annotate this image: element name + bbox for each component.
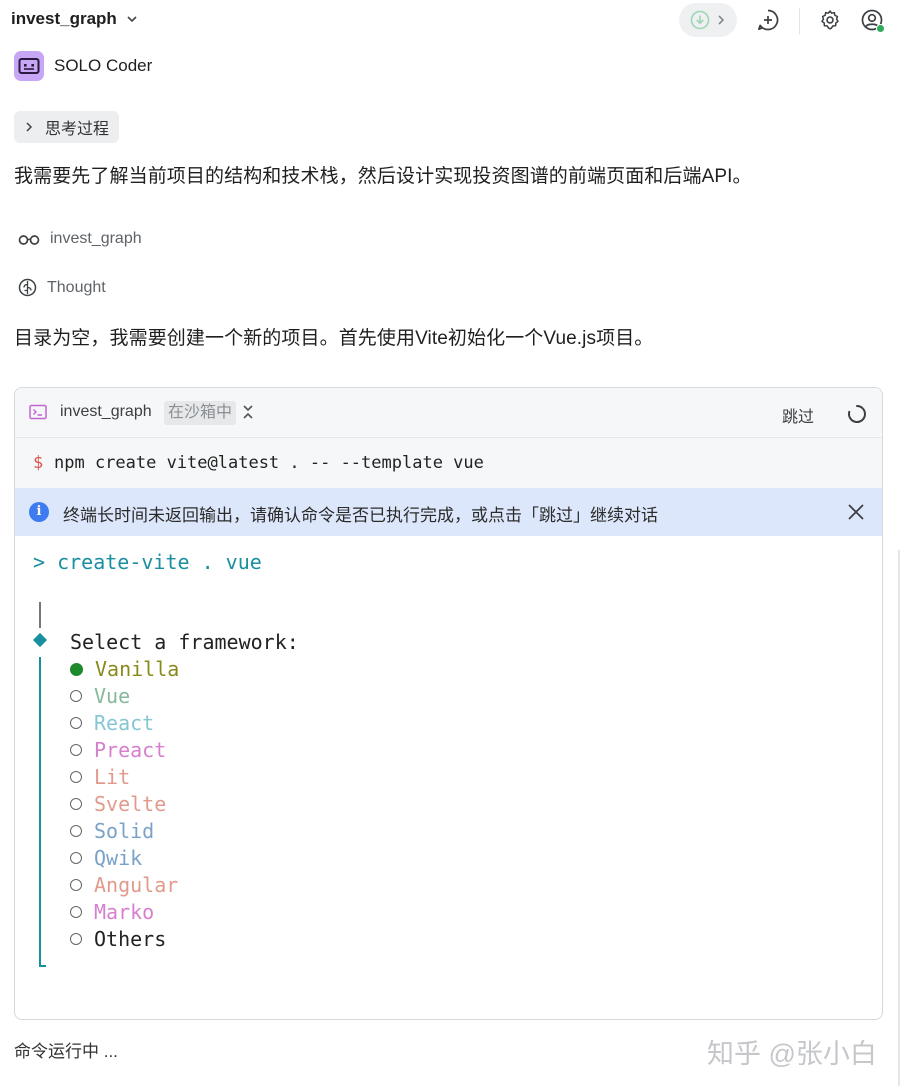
radio-empty-icon [70, 879, 82, 891]
radio-selected-icon [70, 662, 83, 676]
radio-empty-icon [70, 690, 82, 702]
assistant-message-intro: 我需要先了解当前项目的结构和技术栈，然后设计实现投资图谱的前端页面和后端API。 [14, 166, 752, 187]
command-line: $ npm create vite@latest . -- --template… [15, 438, 882, 488]
brain-icon [18, 278, 37, 297]
framework-option[interactable]: Others [70, 927, 166, 951]
download-status-button[interactable] [679, 3, 737, 37]
framework-option-label: Qwik [94, 846, 143, 870]
framework-option-label: Angular [94, 873, 179, 897]
radio-empty-icon [70, 852, 82, 864]
command-text: npm create vite@latest . -- --template v… [54, 453, 484, 473]
timeout-notice: i 终端长时间未返回输出，请确认命令是否已执行完成，或点击「跳过」继续对话 [15, 488, 882, 536]
step-view-label: invest_graph [50, 230, 142, 247]
new-chat-icon[interactable] [756, 8, 780, 32]
radio-empty-icon [70, 798, 82, 810]
framework-question: Select a framework: [70, 630, 299, 654]
question-diamond-icon [32, 632, 48, 648]
gear-icon[interactable] [818, 8, 842, 32]
chevron-down-icon [127, 16, 137, 23]
framework-option-label: Marko [94, 900, 155, 924]
framework-option-label: Others [94, 927, 167, 951]
project-selector[interactable]: invest_graph [11, 9, 137, 29]
chevron-right-icon [718, 15, 725, 25]
command-prompt-symbol: $ [33, 453, 44, 473]
framework-option[interactable]: Vanilla [70, 657, 179, 681]
assistant-message-followup: 目录为空，我需要创建一个新的项目。首先使用Vite初始化一个Vue.js项目。 [14, 328, 654, 349]
sandbox-badge: 在沙箱中 [164, 401, 237, 425]
framework-option[interactable]: Lit [70, 765, 130, 789]
watermark: 知乎 @张小白 [707, 1039, 877, 1069]
robot-icon [18, 58, 40, 74]
framework-option[interactable]: Marko [70, 900, 154, 924]
framework-option-label: Svelte [94, 792, 167, 816]
framework-option-label: Solid [94, 819, 155, 843]
framework-option[interactable]: Angular [70, 873, 178, 897]
agent-avatar [14, 51, 44, 81]
radio-empty-icon [70, 744, 82, 756]
loading-spinner-icon [848, 405, 866, 423]
terminal-icon [29, 404, 47, 420]
glasses-icon [18, 235, 40, 245]
agent-name: SOLO Coder [54, 56, 153, 75]
radio-empty-icon [70, 771, 82, 783]
agent-header: SOLO Coder [14, 51, 152, 81]
framework-option-label: React [94, 711, 155, 735]
radio-empty-icon [70, 825, 82, 837]
terminal-card: invest_graph 在沙箱中 跳过 $ npm create vite@l… [14, 387, 883, 1020]
framework-option[interactable]: Solid [70, 819, 154, 843]
framework-option[interactable]: Preact [70, 738, 166, 762]
collapse-icon[interactable] [242, 404, 254, 420]
option-group-foot [39, 965, 46, 967]
step-view-project[interactable]: invest_graph [18, 230, 142, 248]
skip-button[interactable]: 跳过 [782, 403, 814, 427]
framework-option-label: Lit [94, 765, 131, 789]
option-group-bar [39, 657, 41, 967]
framework-option-label: Vanilla [95, 657, 180, 681]
terminal-title: invest_graph [60, 403, 152, 420]
framework-option[interactable]: React [70, 711, 154, 735]
thinking-label: 思考过程 [45, 121, 110, 138]
toolbar-divider [799, 8, 800, 34]
download-circle-icon [690, 10, 710, 30]
framework-option[interactable]: Vue [70, 684, 130, 708]
thinking-process-toggle[interactable]: 思考过程 [14, 111, 120, 143]
framework-option-label: Vue [94, 684, 131, 708]
radio-empty-icon [70, 717, 82, 729]
framework-option[interactable]: Svelte [70, 792, 166, 816]
step-thought[interactable]: Thought [18, 278, 106, 297]
framework-option[interactable]: Qwik [70, 846, 142, 870]
terminal-header: invest_graph 在沙箱中 跳过 [15, 388, 882, 438]
chevron-right-icon [26, 122, 33, 132]
radio-empty-icon [70, 933, 82, 945]
framework-option-label: Preact [94, 738, 167, 762]
top-bar: invest_graph [0, 0, 900, 40]
info-icon: i [29, 502, 49, 522]
command-running-status: 命令运行中 ... [14, 1042, 118, 1061]
step-thought-label: Thought [47, 278, 106, 296]
project-name: invest_graph [11, 9, 117, 28]
close-icon[interactable] [846, 502, 866, 522]
radio-empty-icon [70, 906, 82, 918]
tree-connector [39, 602, 41, 628]
online-status-dot [876, 24, 885, 33]
output-prompt-line: > create-vite . vue [33, 550, 262, 574]
notice-text: 终端长时间未返回输出，请确认命令是否已执行完成，或点击「跳过」继续对话 [63, 506, 658, 525]
